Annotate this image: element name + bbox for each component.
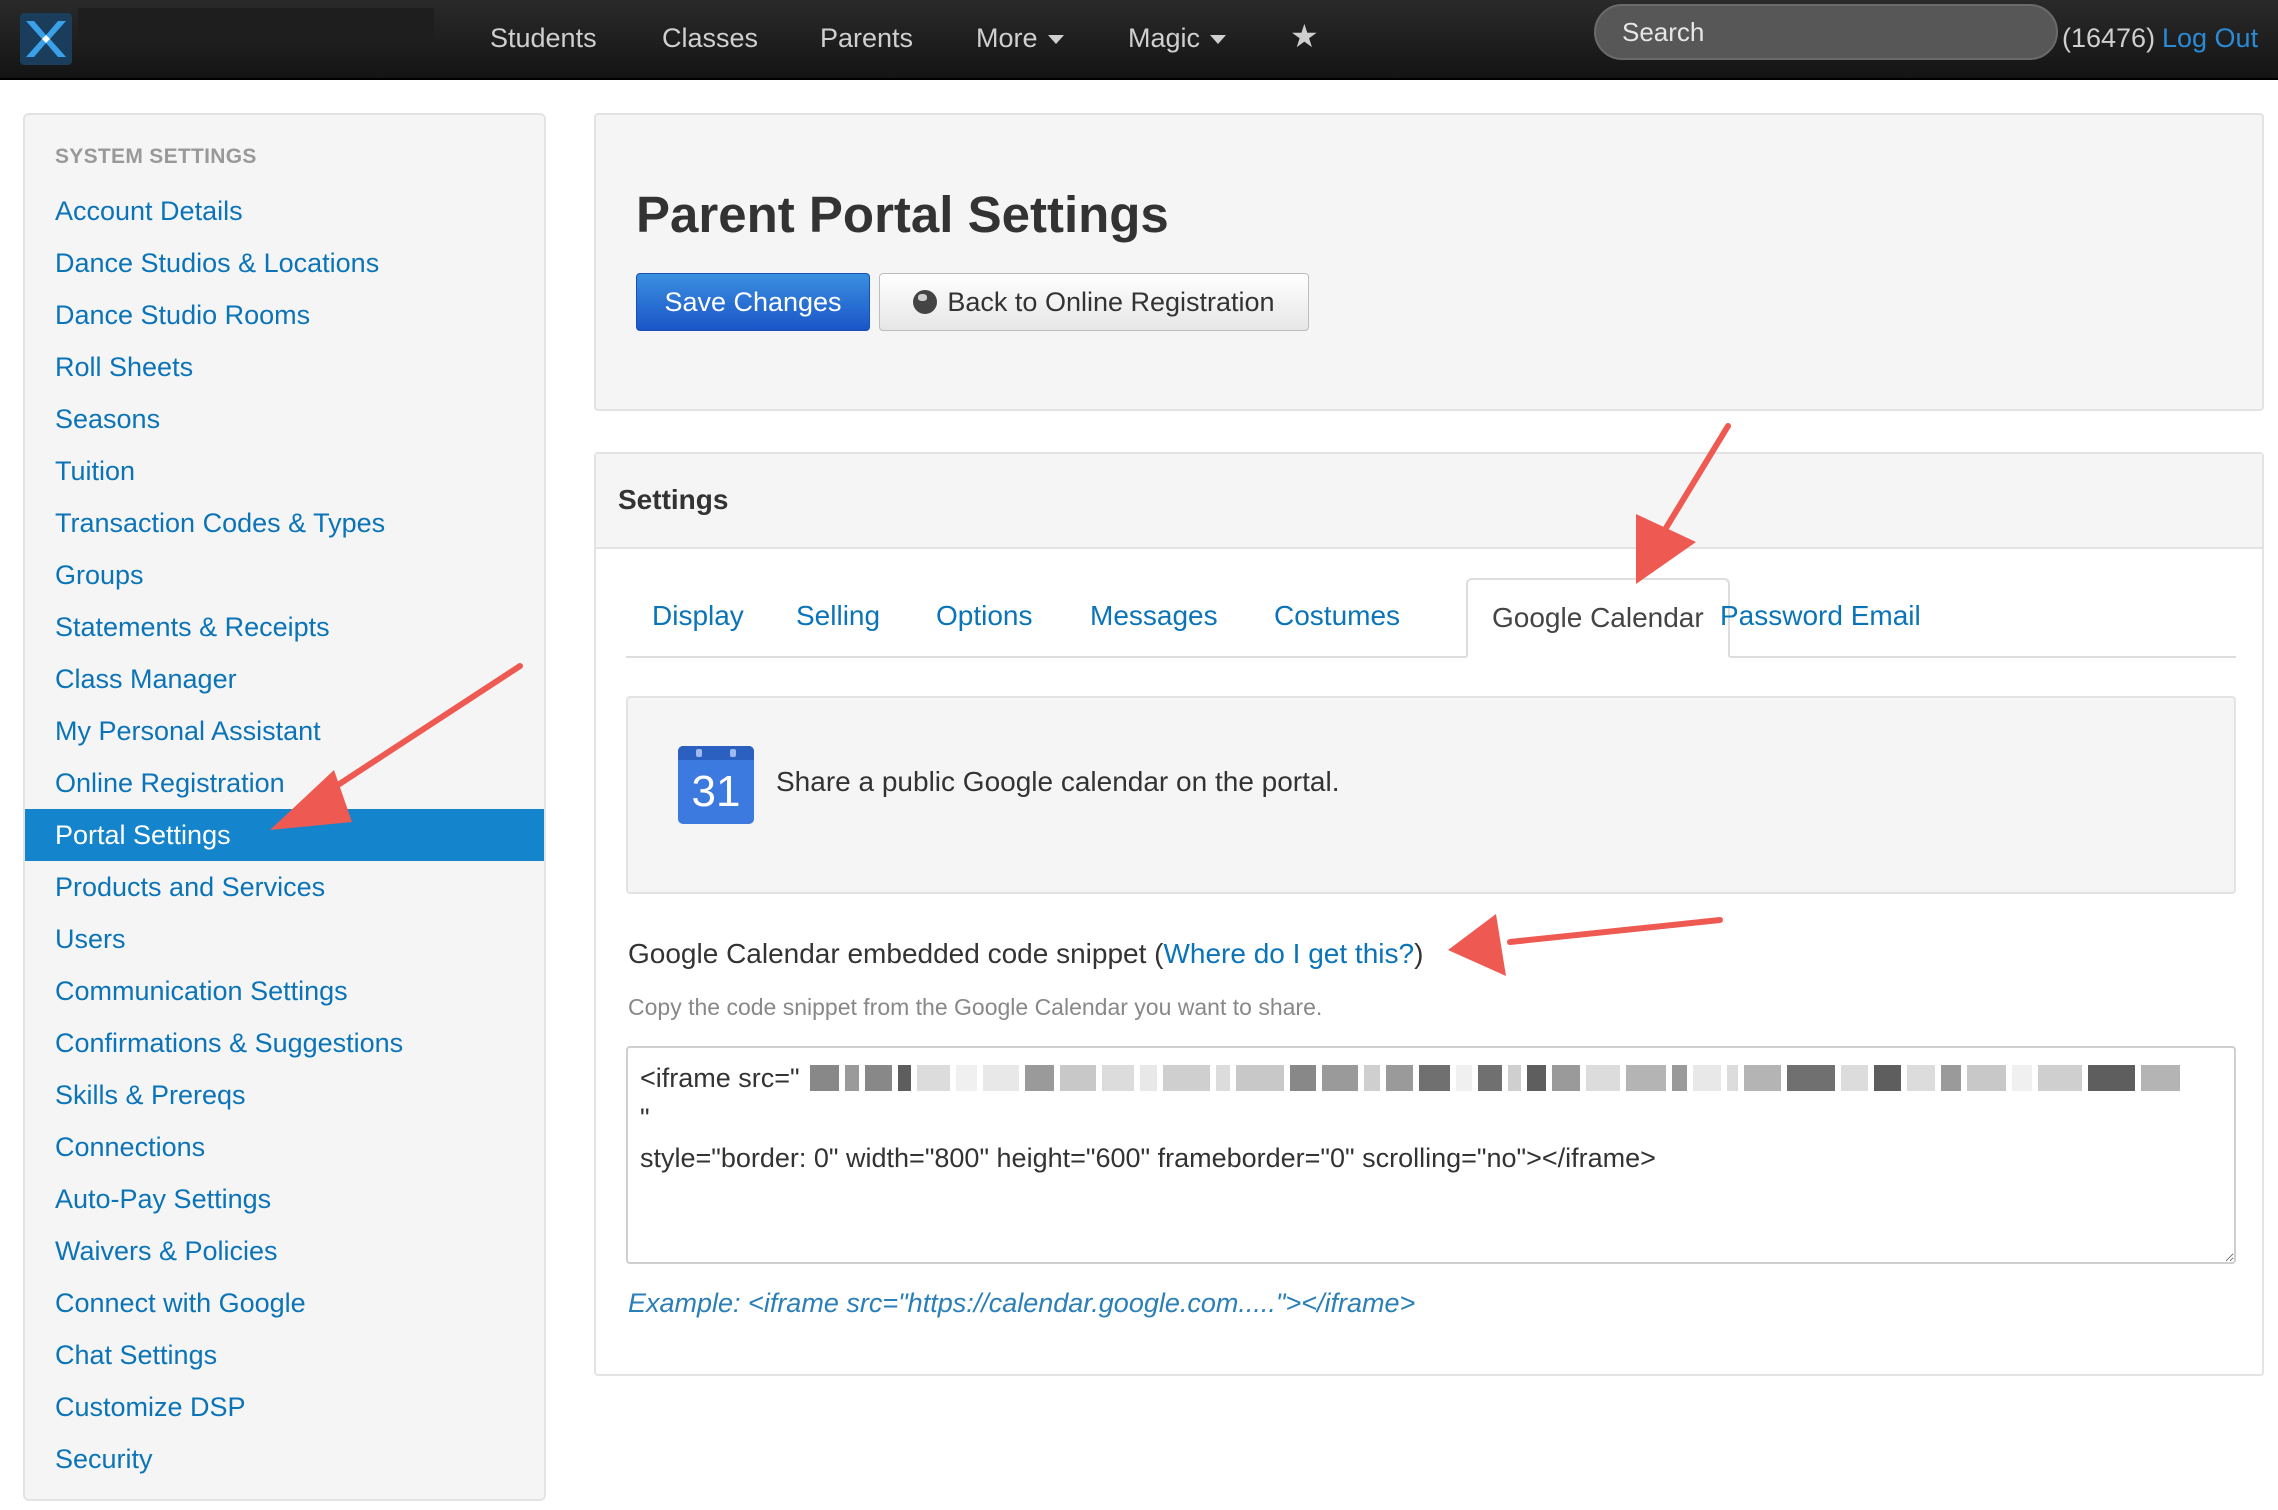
sidebar-item-security[interactable]: Security [25, 1433, 544, 1485]
nav-magic-label: Magic [1128, 23, 1201, 53]
tab-display[interactable]: Display [652, 578, 744, 654]
calendar-icon-number: 31 [691, 767, 741, 816]
sidebar-item-transaction-codes[interactable]: Transaction Codes & Types [25, 497, 544, 549]
snippet-help-text: Copy the code snippet from the Google Ca… [628, 994, 1323, 1020]
sidebar-item-confirmations-suggestions[interactable]: Confirmations & Suggestions [25, 1017, 544, 1069]
sidebar-list: Account Details Dance Studios & Location… [25, 185, 544, 1485]
google-calendar-info-box: 31 Share a public Google calendar on the… [626, 696, 2236, 894]
sidebar-item-auto-pay-settings[interactable]: Auto-Pay Settings [25, 1173, 544, 1225]
logout-link[interactable]: Log Out [2162, 16, 2258, 60]
settings-tabs: Display Selling Options Messages Costume… [626, 578, 2236, 658]
sidebar-item-portal-settings[interactable]: Portal Settings [25, 809, 544, 861]
nav-classes[interactable]: Classes [662, 16, 758, 60]
caret-down-icon [1047, 35, 1064, 45]
top-navbar: Students Classes Parents More Magic ★ (1… [0, 0, 2278, 80]
google-calendar-info-text: Share a public Google calendar on the po… [776, 766, 1340, 797]
sidebar-item-account-details[interactable]: Account Details [25, 185, 544, 237]
settings-panel-heading: Settings [596, 454, 2262, 549]
sidebar-item-tuition[interactable]: Tuition [25, 445, 544, 497]
navbar-brand-area [78, 8, 434, 40]
sidebar-item-connect-google[interactable]: Connect with Google [25, 1277, 544, 1329]
back-button-label: Back to Online Registration [947, 286, 1275, 317]
tab-messages[interactable]: Messages [1090, 578, 1218, 654]
sidebar-item-waivers-policies[interactable]: Waivers & Policies [25, 1225, 544, 1277]
sidebar-item-dance-studios-locations[interactable]: Dance Studios & Locations [25, 237, 544, 289]
sidebar-item-users[interactable]: Users [25, 913, 544, 965]
snippet-label-text: Google Calendar embedded code snippet ( [628, 938, 1164, 969]
google-calendar-icon: 31 [678, 746, 754, 824]
sidebar-item-chat-settings[interactable]: Chat Settings [25, 1329, 544, 1381]
snippet-label-end: ) [1414, 938, 1424, 969]
settings-title: Settings [618, 484, 729, 515]
sidebar-item-communication-settings[interactable]: Communication Settings [25, 965, 544, 1017]
user-count: (16476) [2062, 23, 2156, 53]
sidebar-heading: SYSTEM SETTINGS [55, 145, 257, 168]
tab-password-email[interactable]: Password Email [1720, 578, 1921, 654]
settings-sidebar: SYSTEM SETTINGS Account Details Dance St… [23, 113, 546, 1501]
nav-magic[interactable]: Magic [1128, 16, 1227, 60]
sidebar-item-statements-receipts[interactable]: Statements & Receipts [25, 601, 544, 653]
sidebar-item-dance-studio-rooms[interactable]: Dance Studio Rooms [25, 289, 544, 341]
sidebar-item-customize-dsp[interactable]: Customize DSP [25, 1381, 544, 1433]
sidebar-item-roll-sheets[interactable]: Roll Sheets [25, 341, 544, 393]
sidebar-item-online-registration[interactable]: Online Registration [25, 757, 544, 809]
tab-selling[interactable]: Selling [796, 578, 880, 654]
nav-parents[interactable]: Parents [820, 16, 913, 60]
star-icon[interactable]: ★ [1290, 14, 1319, 58]
snippet-example-text: Example: <iframe src="https://calendar.g… [628, 1288, 1416, 1318]
app-logo-icon[interactable] [20, 13, 72, 65]
sidebar-item-products-services[interactable]: Products and Services [25, 861, 544, 913]
sidebar-item-class-manager[interactable]: Class Manager [25, 653, 544, 705]
sidebar-item-seasons[interactable]: Seasons [25, 393, 544, 445]
sidebar-item-personal-assistant[interactable]: My Personal Assistant [25, 705, 544, 757]
search-input[interactable] [1594, 4, 2058, 60]
nav-more[interactable]: More [976, 16, 1064, 60]
back-to-online-registration-button[interactable]: Back to Online Registration [879, 273, 1309, 331]
sidebar-item-skills-prereqs[interactable]: Skills & Prereqs [25, 1069, 544, 1121]
page-title: Parent Portal Settings [636, 186, 1169, 243]
where-do-i-get-this-link[interactable]: Where do I get this? [1163, 938, 1414, 969]
sidebar-item-groups[interactable]: Groups [25, 549, 544, 601]
tab-options[interactable]: Options [936, 578, 1033, 654]
tab-costumes[interactable]: Costumes [1274, 578, 1400, 654]
globe-icon [913, 289, 938, 314]
save-changes-button[interactable]: Save Changes [636, 273, 870, 331]
nav-more-label: More [976, 23, 1038, 53]
settings-panel: Settings Display Selling Options Message… [594, 452, 2264, 1376]
calendar-snippet-textarea[interactable] [626, 1046, 2236, 1264]
sidebar-item-connections[interactable]: Connections [25, 1121, 544, 1173]
page-header-panel: Parent Portal Settings Save Changes Back… [594, 113, 2264, 411]
snippet-label: Google Calendar embedded code snippet (W… [628, 938, 1423, 970]
caret-down-icon [1210, 35, 1227, 45]
nav-students[interactable]: Students [490, 16, 597, 60]
tab-google-calendar[interactable]: Google Calendar [1466, 578, 1730, 658]
